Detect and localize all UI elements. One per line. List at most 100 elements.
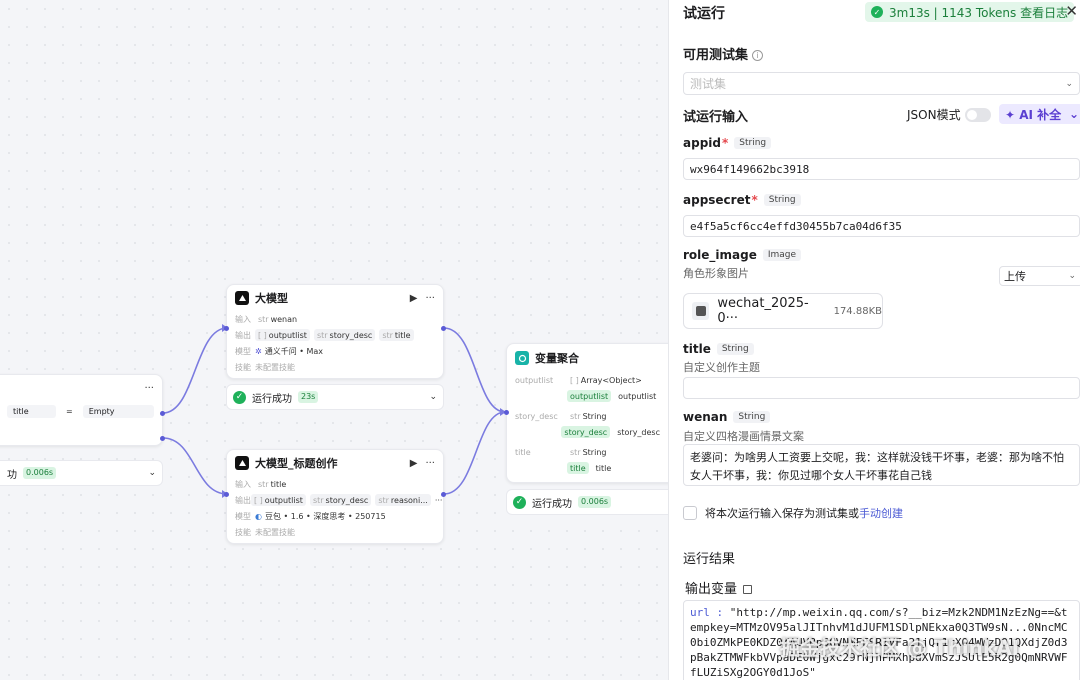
output-chip: str story_desc (313, 329, 376, 341)
source-chip: outputlist (615, 390, 659, 402)
save-testset-text: 将本次运行输入保存为测试集或 (705, 507, 859, 520)
upload-mode-select[interactable]: 上传 ⌄ (999, 266, 1080, 286)
source-chip: title (593, 462, 615, 474)
condition-value: Empty (88, 406, 115, 416)
appsecret-label: appsecret * String (683, 193, 801, 207)
skill-value: 未配置技能 (255, 527, 295, 537)
agg-row-story: story_desc str String (507, 408, 668, 424)
output-port[interactable] (441, 492, 446, 497)
type-tag: Image (762, 249, 802, 261)
source-name: title (595, 463, 612, 473)
aggregate-node[interactable]: 变量聚合 outputlist [ ] Array<Object> outputl… (506, 343, 668, 483)
skill-row: 技能 未配置技能 (227, 359, 443, 375)
ai-fill-label: ✦ AI 补全 (1005, 107, 1062, 122)
output-port[interactable] (160, 411, 165, 416)
field-name: appsecret (683, 193, 751, 207)
node-title: 大模型 (255, 292, 288, 305)
output-name: outputlist (268, 330, 307, 340)
llm-icon (235, 456, 249, 470)
manual-create-link[interactable]: 手动创建 (859, 505, 903, 521)
check-icon: ✓ (871, 6, 883, 18)
input-port[interactable] (504, 410, 509, 415)
input-port[interactable] (224, 492, 229, 497)
agg-row-title: title str String (507, 444, 668, 460)
field-name: role_image (683, 248, 757, 262)
image-thumbnail-icon (692, 302, 710, 320)
wenan-textarea[interactable]: 老婆问：为啥男人工资要上交呢，我：这样就没钱干坏事，老婆：那为啥不怕女人干坏事，… (683, 444, 1080, 486)
time-badge: 23s (298, 391, 319, 403)
llm-node[interactable]: 大模型 ▶ ··· 输入 str wenan 输出 [ ] outputlist s… (226, 284, 444, 379)
more-icon[interactable]: ··· (144, 383, 154, 394)
upload-mode-label: 上传 (1004, 270, 1026, 283)
output-chip: str title (379, 329, 414, 341)
condition-status[interactable]: 功 0.006s ⌄ (0, 460, 163, 486)
output-name: reasoni... (390, 495, 428, 505)
aggregate-status[interactable]: ✓ 运行成功 0.006s (506, 489, 668, 515)
chevron-down-icon[interactable]: ⌄ (429, 392, 437, 402)
row-label: 输入 (235, 314, 251, 324)
type-chip: str String (570, 411, 607, 421)
workflow-canvas[interactable]: ··· title = Empty 功 0.006s ⌄ 大模型 ▶ ··· 输… (0, 0, 668, 680)
condition-value-box[interactable]: Empty (82, 404, 154, 418)
check-icon: ✓ (233, 390, 246, 404)
output-variable-text: 输出变量 (685, 582, 738, 597)
title-input[interactable] (683, 377, 1080, 399)
type-tag: String (734, 137, 772, 149)
more-icon[interactable]: ··· (425, 458, 435, 469)
testset-select[interactable]: 测试集 ⌄ (683, 72, 1080, 95)
more-icon[interactable]: ··· (425, 293, 435, 304)
info-icon[interactable]: i (752, 50, 764, 61)
save-testset-checkbox[interactable] (683, 506, 697, 520)
source-name: title (570, 463, 586, 473)
play-icon[interactable]: ▶ (410, 293, 418, 304)
row-label: 技能 (235, 362, 251, 372)
output-port[interactable] (160, 436, 165, 441)
title-llm-node[interactable]: 大模型_标题创作 ▶ ··· 输入 str title 输出 [ ] outputl… (226, 449, 444, 544)
condition-param-box[interactable]: title (7, 404, 57, 418)
test-run-panel: 试运行 ✓ 3m13s | 1143 Tokens 查看日志 ✕ 可用测试集 i … (668, 0, 1080, 680)
required-mark: * (721, 136, 729, 150)
agg-var-name: title (515, 447, 531, 457)
ai-fill-button[interactable]: ✦ AI 补全 ⌄ (999, 104, 1080, 124)
json-mode-toggle[interactable]: JSON模式 (907, 106, 991, 123)
agg-row-outputlist: outputlist [ ] Array<Object> (507, 372, 668, 388)
close-icon[interactable]: ✕ (1065, 2, 1078, 20)
condition-node[interactable]: ··· title = Empty (0, 374, 163, 446)
appid-input[interactable]: wx964f149662bc3918 (683, 158, 1080, 180)
llm-icon (235, 291, 249, 305)
skill-row: 技能 未配置技能 (227, 524, 443, 540)
output-chip: [ ] outputlist (255, 329, 310, 341)
field-name: title (683, 342, 711, 356)
field-name: wenan (683, 410, 728, 424)
file-name: wechat_2025-0··· (717, 296, 809, 326)
source-name: story_desc (617, 427, 660, 437)
status-label: 运行成功 (252, 393, 292, 405)
play-icon[interactable]: ▶ (410, 458, 418, 469)
source-name: outputlist (618, 391, 657, 401)
type-tag: String (733, 411, 771, 423)
appsecret-input[interactable]: e4f5a5cf6cc4effd30455b7ca04d6f35 (683, 215, 1080, 237)
title-label: title String (683, 342, 754, 356)
input-value: title (270, 479, 287, 489)
required-mark: * (751, 193, 758, 207)
edge-left-to-llm (162, 327, 228, 414)
run-summary-badge[interactable]: ✓ 3m13s | 1143 Tokens 查看日志 (865, 2, 1075, 22)
output-variable-label: 输出变量 (685, 578, 753, 597)
row-label: 技能 (235, 527, 251, 537)
agg-row-title-sources: title title (507, 460, 668, 476)
type-chip: [ ] Array<Object> (570, 375, 642, 385)
input-port[interactable] (224, 326, 229, 331)
agg-var-name: story_desc (515, 411, 558, 421)
wenan-desc: 自定义四格漫画情景文案 (683, 430, 804, 443)
testset-label: 可用测试集 i (683, 44, 764, 63)
output-port[interactable] (441, 326, 446, 331)
uploaded-file-card[interactable]: wechat_2025-0··· 174.88KB (683, 293, 883, 329)
testset-label-text: 可用测试集 (683, 48, 749, 63)
output-row: 输出 [ ] outputlist str story_desc str title (227, 327, 443, 343)
llm-status[interactable]: ✓ 运行成功 23s ⌄ (226, 384, 444, 410)
json-mode-switch[interactable] (964, 107, 991, 122)
chevron-down-icon[interactable]: ⌄ (148, 468, 156, 478)
copy-icon[interactable] (743, 585, 753, 594)
output-name: story_desc (329, 330, 373, 340)
time-badge: 0.006s (578, 496, 612, 508)
